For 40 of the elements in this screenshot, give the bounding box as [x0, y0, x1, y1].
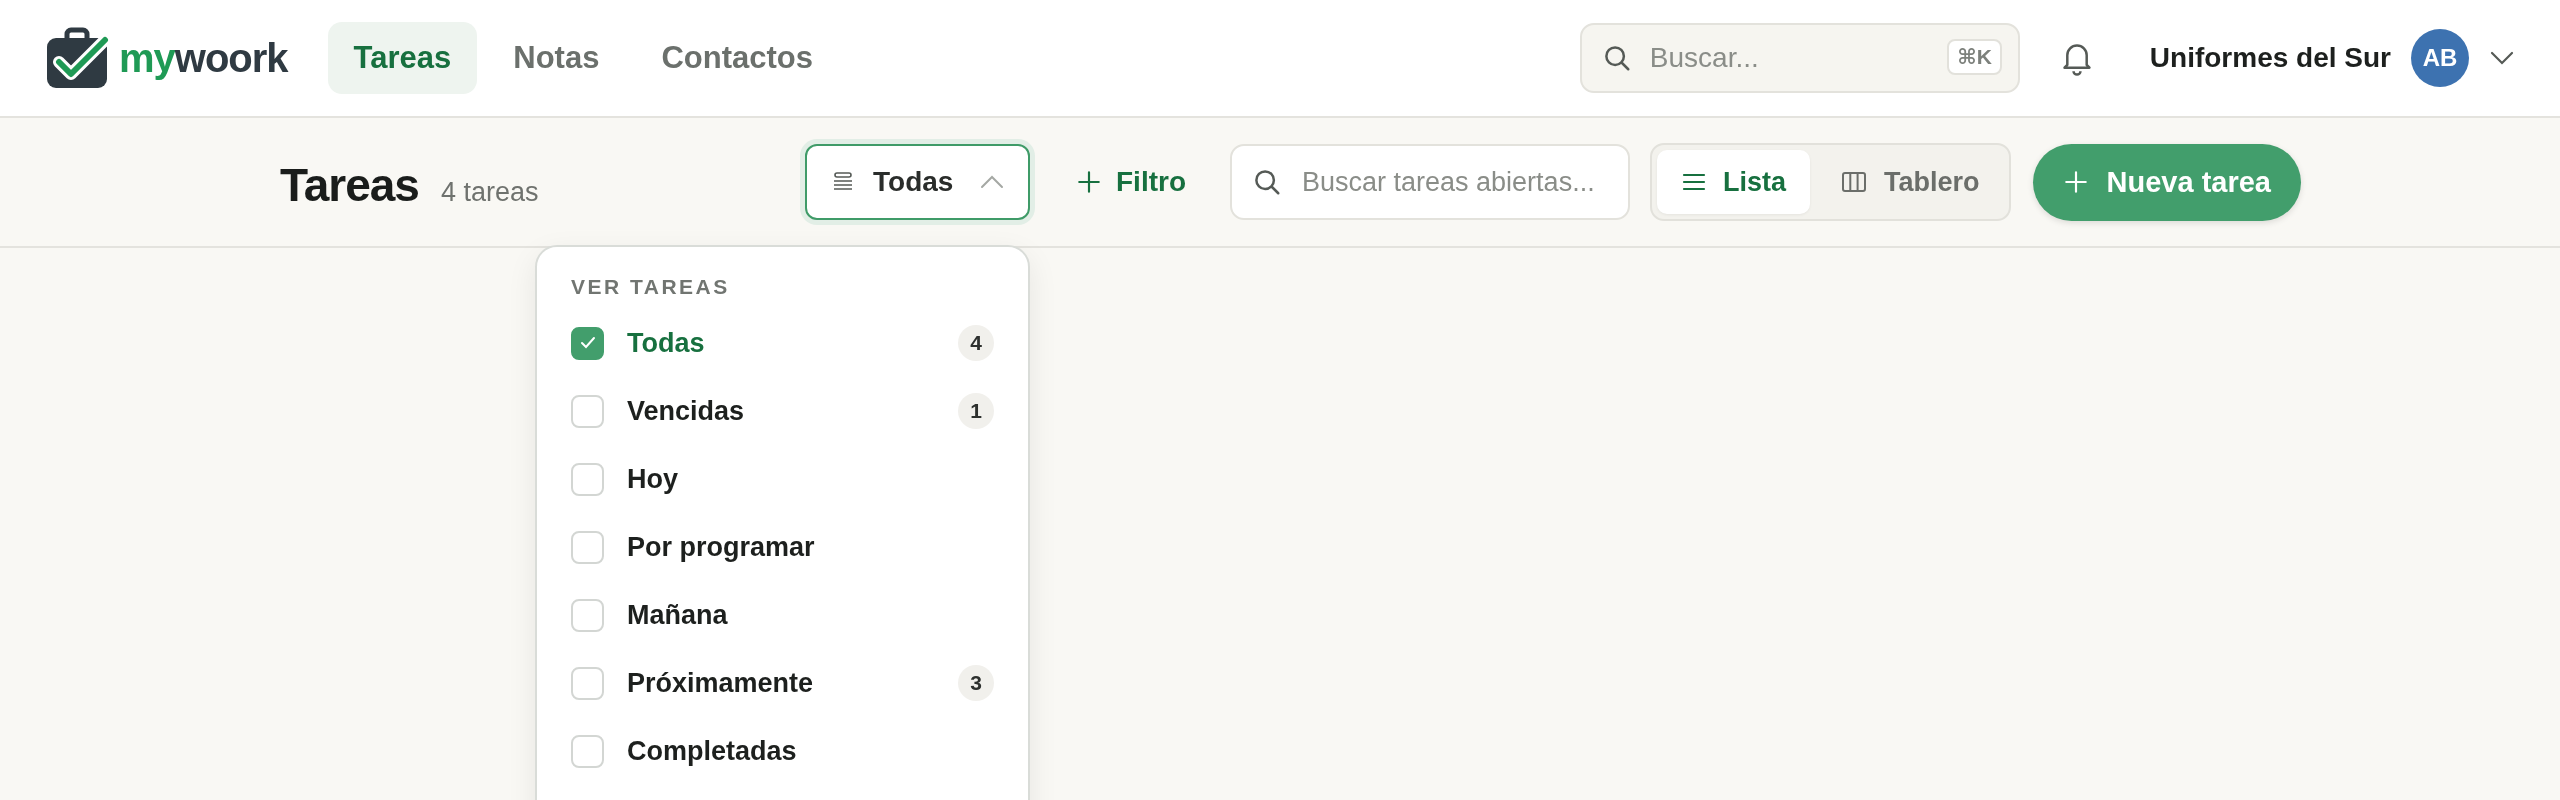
- chevron-down-icon[interactable]: [2489, 50, 2515, 66]
- nav-tab[interactable]: Notas: [487, 22, 626, 94]
- option-label: Mañana: [627, 599, 729, 631]
- checkbox[interactable]: [571, 326, 604, 360]
- filter-option[interactable]: Completadas: [571, 717, 994, 785]
- list-icon: [1681, 171, 1707, 193]
- option-label: Próximamente: [627, 667, 815, 699]
- option-label: Hoy: [627, 463, 679, 495]
- dropdown-heading: VER TAREAS: [571, 275, 730, 299]
- columns-icon: [1840, 170, 1869, 194]
- task-count: 4 tareas: [440, 177, 539, 208]
- filter-option[interactable]: Mañana: [571, 581, 994, 649]
- nav-tab[interactable]: Contactos: [635, 22, 839, 94]
- option-label: Por programar: [627, 531, 816, 563]
- briefcase-check-icon: [45, 26, 109, 90]
- account-name: Uniformes del Sur: [2149, 42, 2391, 74]
- view-tab[interactable]: Tablero: [1816, 150, 2004, 214]
- plus-icon: [2062, 169, 2089, 195]
- filter-option[interactable]: Todas 4: [571, 309, 994, 377]
- option-label: Todas: [627, 327, 706, 359]
- logo-wordmark: mywoork: [119, 35, 288, 81]
- nav-tab[interactable]: Tareas: [327, 22, 478, 94]
- filter-option[interactable]: Por programar: [571, 513, 994, 581]
- avatar[interactable]: AB: [2411, 29, 2469, 87]
- chevron-icon: [980, 175, 1004, 189]
- shortcut-hint: ⌘K: [1947, 39, 2002, 75]
- filter-button[interactable]: Filtro: [1070, 158, 1192, 206]
- task-search-field[interactable]: Buscar tareas abiertas...: [1230, 144, 1630, 220]
- option-label: Vencidas: [627, 395, 746, 427]
- filter-option[interactable]: Vencidas 1: [571, 377, 994, 445]
- view-tab[interactable]: Lista: [1657, 150, 1811, 214]
- filter-option[interactable]: Hoy: [571, 445, 994, 513]
- plus-icon: [1076, 169, 1102, 195]
- filter-option[interactable]: Próximamente 3: [571, 649, 994, 717]
- count-badge: 4: [958, 325, 994, 361]
- option-label: Completadas: [627, 735, 798, 767]
- search-icon: [1252, 167, 1282, 197]
- page-title: Tareas: [280, 158, 419, 212]
- count-badge: 1: [958, 393, 994, 429]
- count-badge: 3: [958, 665, 994, 701]
